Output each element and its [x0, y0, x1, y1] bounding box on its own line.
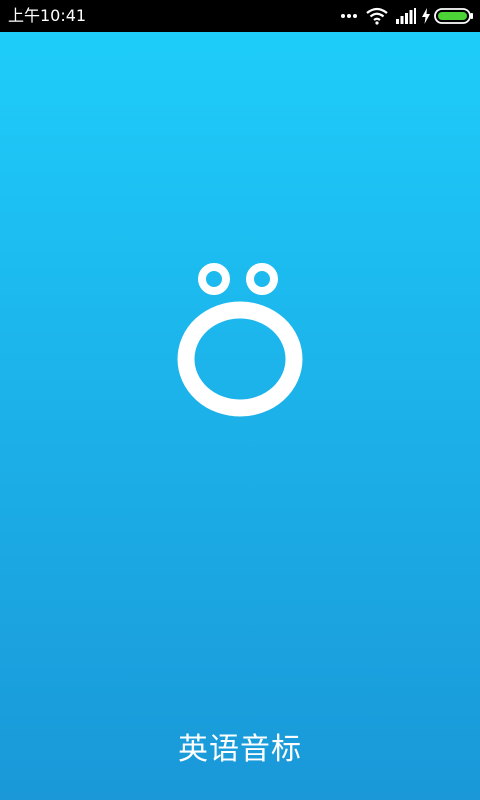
app-name: 英语音标 — [178, 732, 302, 767]
status-icons — [332, 0, 474, 32]
battery-icon — [434, 8, 473, 24]
status-bar: 上午10:41 — [0, 0, 480, 32]
splash-screen: 英语音标 — [0, 32, 480, 800]
signal-icon — [396, 8, 416, 24]
charging-icon — [422, 8, 430, 24]
o-umlaut-logo — [177, 263, 303, 417]
wifi-icon — [366, 7, 388, 25]
more-dots-icon — [341, 14, 357, 18]
status-time: 上午10:41 — [8, 6, 87, 25]
